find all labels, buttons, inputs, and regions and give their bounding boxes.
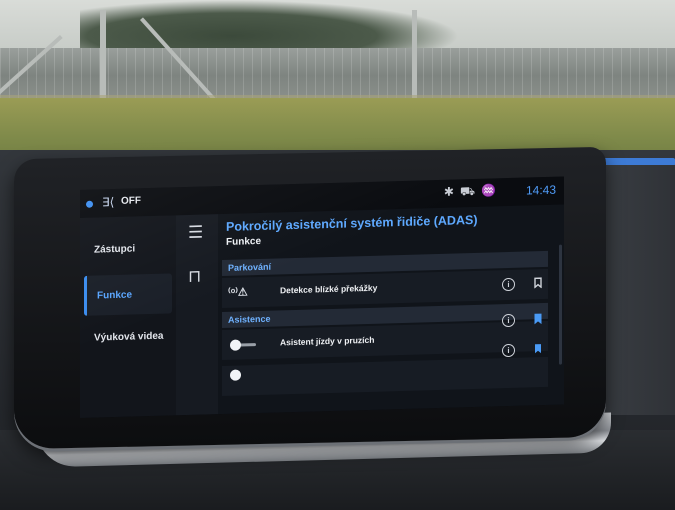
list-item-label: Detekce blízké překážky bbox=[280, 282, 378, 296]
category-rail: ☰ ⊓ bbox=[176, 214, 218, 416]
status-icons: ✱⛟♒ bbox=[444, 183, 502, 201]
car-connect-icon: ⛟ bbox=[459, 183, 482, 199]
fan-icon[interactable]: ∃⟨ bbox=[102, 195, 114, 209]
car-icon[interactable]: ⊓ bbox=[188, 267, 201, 287]
bluetooth-icon: ✱ bbox=[443, 184, 460, 199]
list-item[interactable]: i bbox=[222, 343, 548, 397]
sidebar-item-funkce[interactable]: Funkce bbox=[84, 273, 172, 316]
info-icon[interactable]: i bbox=[502, 343, 515, 358]
scrollbar[interactable] bbox=[559, 244, 562, 365]
menu-icon[interactable]: ☰ bbox=[188, 223, 203, 243]
info-icon[interactable]: i bbox=[502, 277, 515, 292]
status-indicator-dot bbox=[86, 200, 93, 208]
page-title: Pokročilý asistenční systém řidiče (ADAS… bbox=[226, 212, 478, 234]
bookmark-outline-icon[interactable] bbox=[534, 277, 542, 289]
page-subtitle: Funkce bbox=[226, 235, 262, 248]
sidebar: Zástupci Funkce Výuková videa bbox=[80, 215, 176, 418]
list-item-asistent-pruhy[interactable]: Asistent jízdy v pruzích i bbox=[222, 313, 548, 361]
bookmark-filled-icon[interactable] bbox=[534, 313, 542, 325]
fan-state: OFF bbox=[121, 195, 141, 207]
list-item-label: Asistent jízdy v pruzích bbox=[280, 334, 375, 348]
infotainment-display: ∃⟨ OFF ✱⛟♒ 14:43 Zástupci Funkce Výuková… bbox=[80, 176, 564, 418]
signal-icon: ♒ bbox=[481, 183, 502, 198]
sidebar-item-vyukova-videa[interactable]: Výuková videa bbox=[84, 315, 172, 357]
list-item-detekce[interactable]: ⁽ᵒ⁾⚠ Detekce blízké překážky i bbox=[222, 268, 548, 309]
bookmark-filled-icon[interactable] bbox=[534, 343, 542, 354]
toggle-switch[interactable] bbox=[230, 369, 241, 381]
obstacle-warning-icon: ⁽ᵒ⁾⚠ bbox=[228, 286, 248, 299]
clock: 14:43 bbox=[525, 182, 556, 198]
content-panel: Pokročilý asistenční systém řidiče (ADAS… bbox=[218, 204, 564, 415]
toggle-switch[interactable] bbox=[230, 339, 241, 351]
sidebar-item-zastupci[interactable]: Zástupci bbox=[84, 227, 172, 269]
photo-scene: ∃⟨ OFF ✱⛟♒ 14:43 Zástupci Funkce Výuková… bbox=[0, 0, 675, 510]
info-icon[interactable]: i bbox=[502, 313, 515, 328]
